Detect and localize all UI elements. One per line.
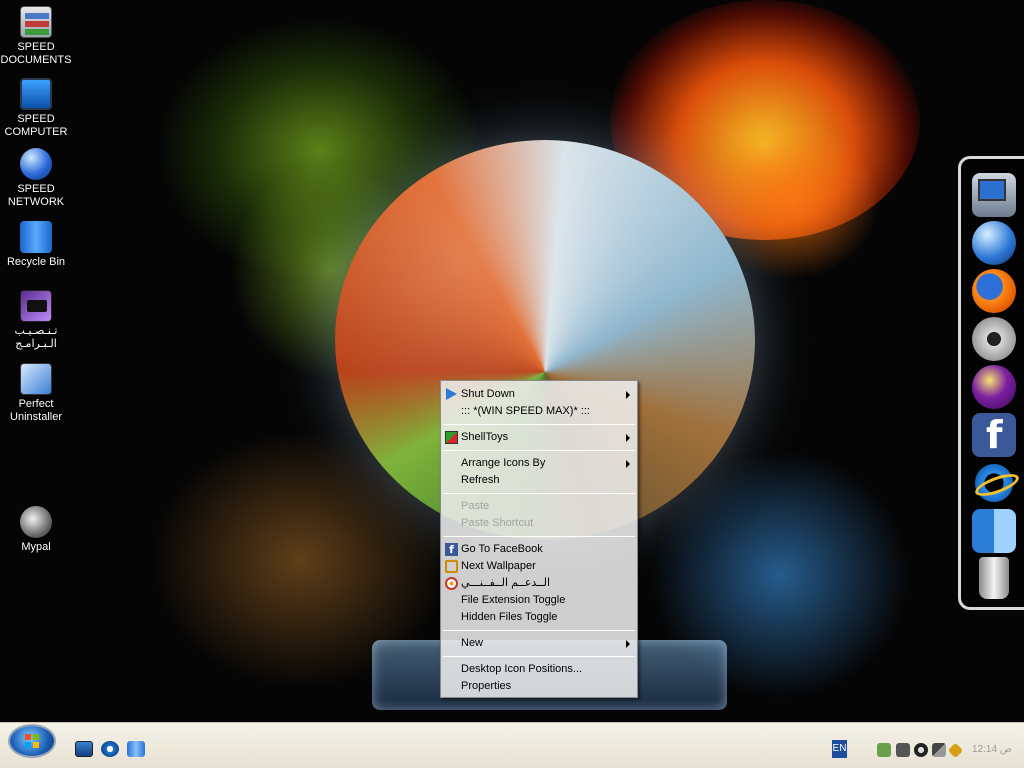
dock [958, 156, 1024, 610]
menu-item-hidden-files-toggle[interactable]: Hidden Files Toggle [442, 609, 636, 626]
submenu-arrow-icon [626, 391, 630, 399]
shutdown-icon [445, 388, 458, 401]
mypal-icon [20, 506, 52, 538]
menu-item-label: Hidden Files Toggle [461, 611, 558, 623]
menu-separator [443, 450, 635, 451]
menu-item-label: File Extension Toggle [461, 594, 566, 606]
menu-item-label: Refresh [461, 474, 500, 486]
show-desktop-icon[interactable] [75, 741, 93, 757]
safely-remove-hardware-icon[interactable] [877, 743, 891, 757]
menu-item-label: Paste [461, 500, 490, 512]
menu-item-paste-shortcut: Paste Shortcut [442, 515, 636, 532]
menu-separator [443, 630, 635, 631]
desktop-icon-speed-computer[interactable]: SPEED COMPUTER [0, 78, 72, 139]
trash-icon[interactable] [979, 557, 1009, 599]
menu-separator [443, 424, 635, 425]
desktop-icon-speed-network[interactable]: SPEED NETWORK [0, 148, 72, 209]
shelltoys-icon [445, 431, 458, 444]
desktop-icon-label: Perfect Uninstaller [10, 398, 62, 423]
menu-item-win-speed-max[interactable]: ::: *(WIN SPEED MAX)* ::: [442, 403, 636, 420]
menu-separator [443, 536, 635, 537]
menu-item-go-to-facebook[interactable]: f Go To FaceBook [442, 541, 636, 558]
firefox-icon[interactable] [972, 269, 1016, 313]
menu-item-shelltoys[interactable]: ShellToys [442, 429, 636, 446]
internet-explorer-icon[interactable] [101, 741, 119, 757]
submenu-arrow-icon [626, 460, 630, 468]
menu-item-technical-support[interactable]: الــدعــم الــفــنـــي [442, 575, 636, 592]
desktop-context-menu: Shut Down ::: *(WIN SPEED MAX)* ::: Shel… [440, 380, 638, 698]
desktop-icon-label: تـنـصـيـب الـبـرامـج [14, 325, 58, 350]
desktop-icon-recycle-bin[interactable]: Recycle Bin [0, 221, 72, 269]
language-indicator[interactable]: EN [832, 740, 847, 758]
menu-item-label: ShellToys [461, 431, 509, 443]
tray-wand-icon[interactable] [947, 742, 964, 759]
menu-item-desktop-icon-positions[interactable]: Desktop Icon Positions... [442, 661, 636, 678]
yahoo-messenger-icon[interactable] [972, 365, 1016, 409]
menu-separator [443, 656, 635, 657]
menu-item-properties[interactable]: Properties [442, 678, 636, 695]
menu-item-label: Properties [461, 680, 512, 692]
next-arrow-icon [445, 560, 458, 573]
desktop[interactable]: SPEED DOCUMENTS SPEED COMPUTER SPEED NET… [0, 0, 1024, 722]
desktop-icon-install-programs[interactable]: تـنـصـيـب الـبـرامـج [0, 290, 72, 351]
support-lifebuoy-icon [445, 577, 458, 590]
menu-item-label: Go To FaceBook [461, 543, 543, 555]
menu-item-shut-down[interactable]: Shut Down [442, 386, 636, 403]
desktop-icon-label: Recycle Bin [6, 256, 66, 268]
menu-item-new[interactable]: New [442, 635, 636, 652]
tray-app-icon[interactable] [896, 743, 910, 757]
desktop-icon-mypal[interactable]: Mypal [0, 506, 72, 554]
menu-item-paste: Paste [442, 498, 636, 515]
facebook-icon: f [445, 543, 458, 556]
desktop-icon-speed-documents[interactable]: SPEED DOCUMENTS [0, 6, 72, 67]
taskbar: EN 12:14 ص [0, 722, 1024, 768]
settings-gear-icon[interactable] [972, 317, 1016, 361]
network-globe-icon [20, 148, 52, 180]
tray-tool-icon[interactable] [932, 743, 946, 757]
menu-item-refresh[interactable]: Refresh [442, 472, 636, 489]
menu-item-label: Shut Down [461, 388, 515, 400]
desktop-icon-perfect-uninstaller[interactable]: Perfect Uninstaller [0, 363, 72, 424]
menu-item-label: Next Wallpaper [461, 560, 536, 572]
submenu-arrow-icon [626, 434, 630, 442]
menu-item-label: New [461, 637, 484, 649]
clock[interactable]: 12:14 ص [972, 744, 1012, 755]
finder-icon[interactable] [972, 509, 1016, 553]
menu-item-next-wallpaper[interactable]: Next Wallpaper [442, 558, 636, 575]
menu-item-label: الــدعــم الــفــنـــي [461, 577, 551, 589]
submenu-arrow-icon [626, 640, 630, 648]
tray-disc-icon[interactable] [914, 743, 928, 757]
computer-icon[interactable] [972, 173, 1016, 217]
desktop-icon-label: SPEED DOCUMENTS [0, 41, 72, 66]
uninstaller-icon [20, 363, 52, 395]
menu-item-label: Paste Shortcut [461, 517, 534, 529]
recycle-bin-icon[interactable] [127, 741, 145, 757]
menu-item-label: Arrange Icons By [461, 457, 546, 469]
menu-item-label: ::: *(WIN SPEED MAX)* ::: [461, 405, 590, 417]
desktop-icon-label: Mypal [21, 541, 51, 553]
menu-item-arrange-icons-by[interactable]: Arrange Icons By [442, 455, 636, 472]
start-button[interactable] [10, 726, 54, 756]
computer-icon [20, 78, 52, 110]
desktop-icon-label: SPEED COMPUTER [4, 113, 68, 138]
installer-icon [20, 290, 52, 322]
internet-explorer-icon[interactable] [972, 461, 1016, 505]
globe-icon[interactable] [972, 221, 1016, 265]
desktop-icon-label: SPEED NETWORK [7, 183, 65, 208]
menu-separator [443, 493, 635, 494]
menu-item-file-extension-toggle[interactable]: File Extension Toggle [442, 592, 636, 609]
recycle-bin-icon [20, 221, 52, 253]
menu-item-label: Desktop Icon Positions... [461, 663, 583, 675]
documents-icon [20, 6, 52, 38]
facebook-icon[interactable] [972, 413, 1016, 457]
